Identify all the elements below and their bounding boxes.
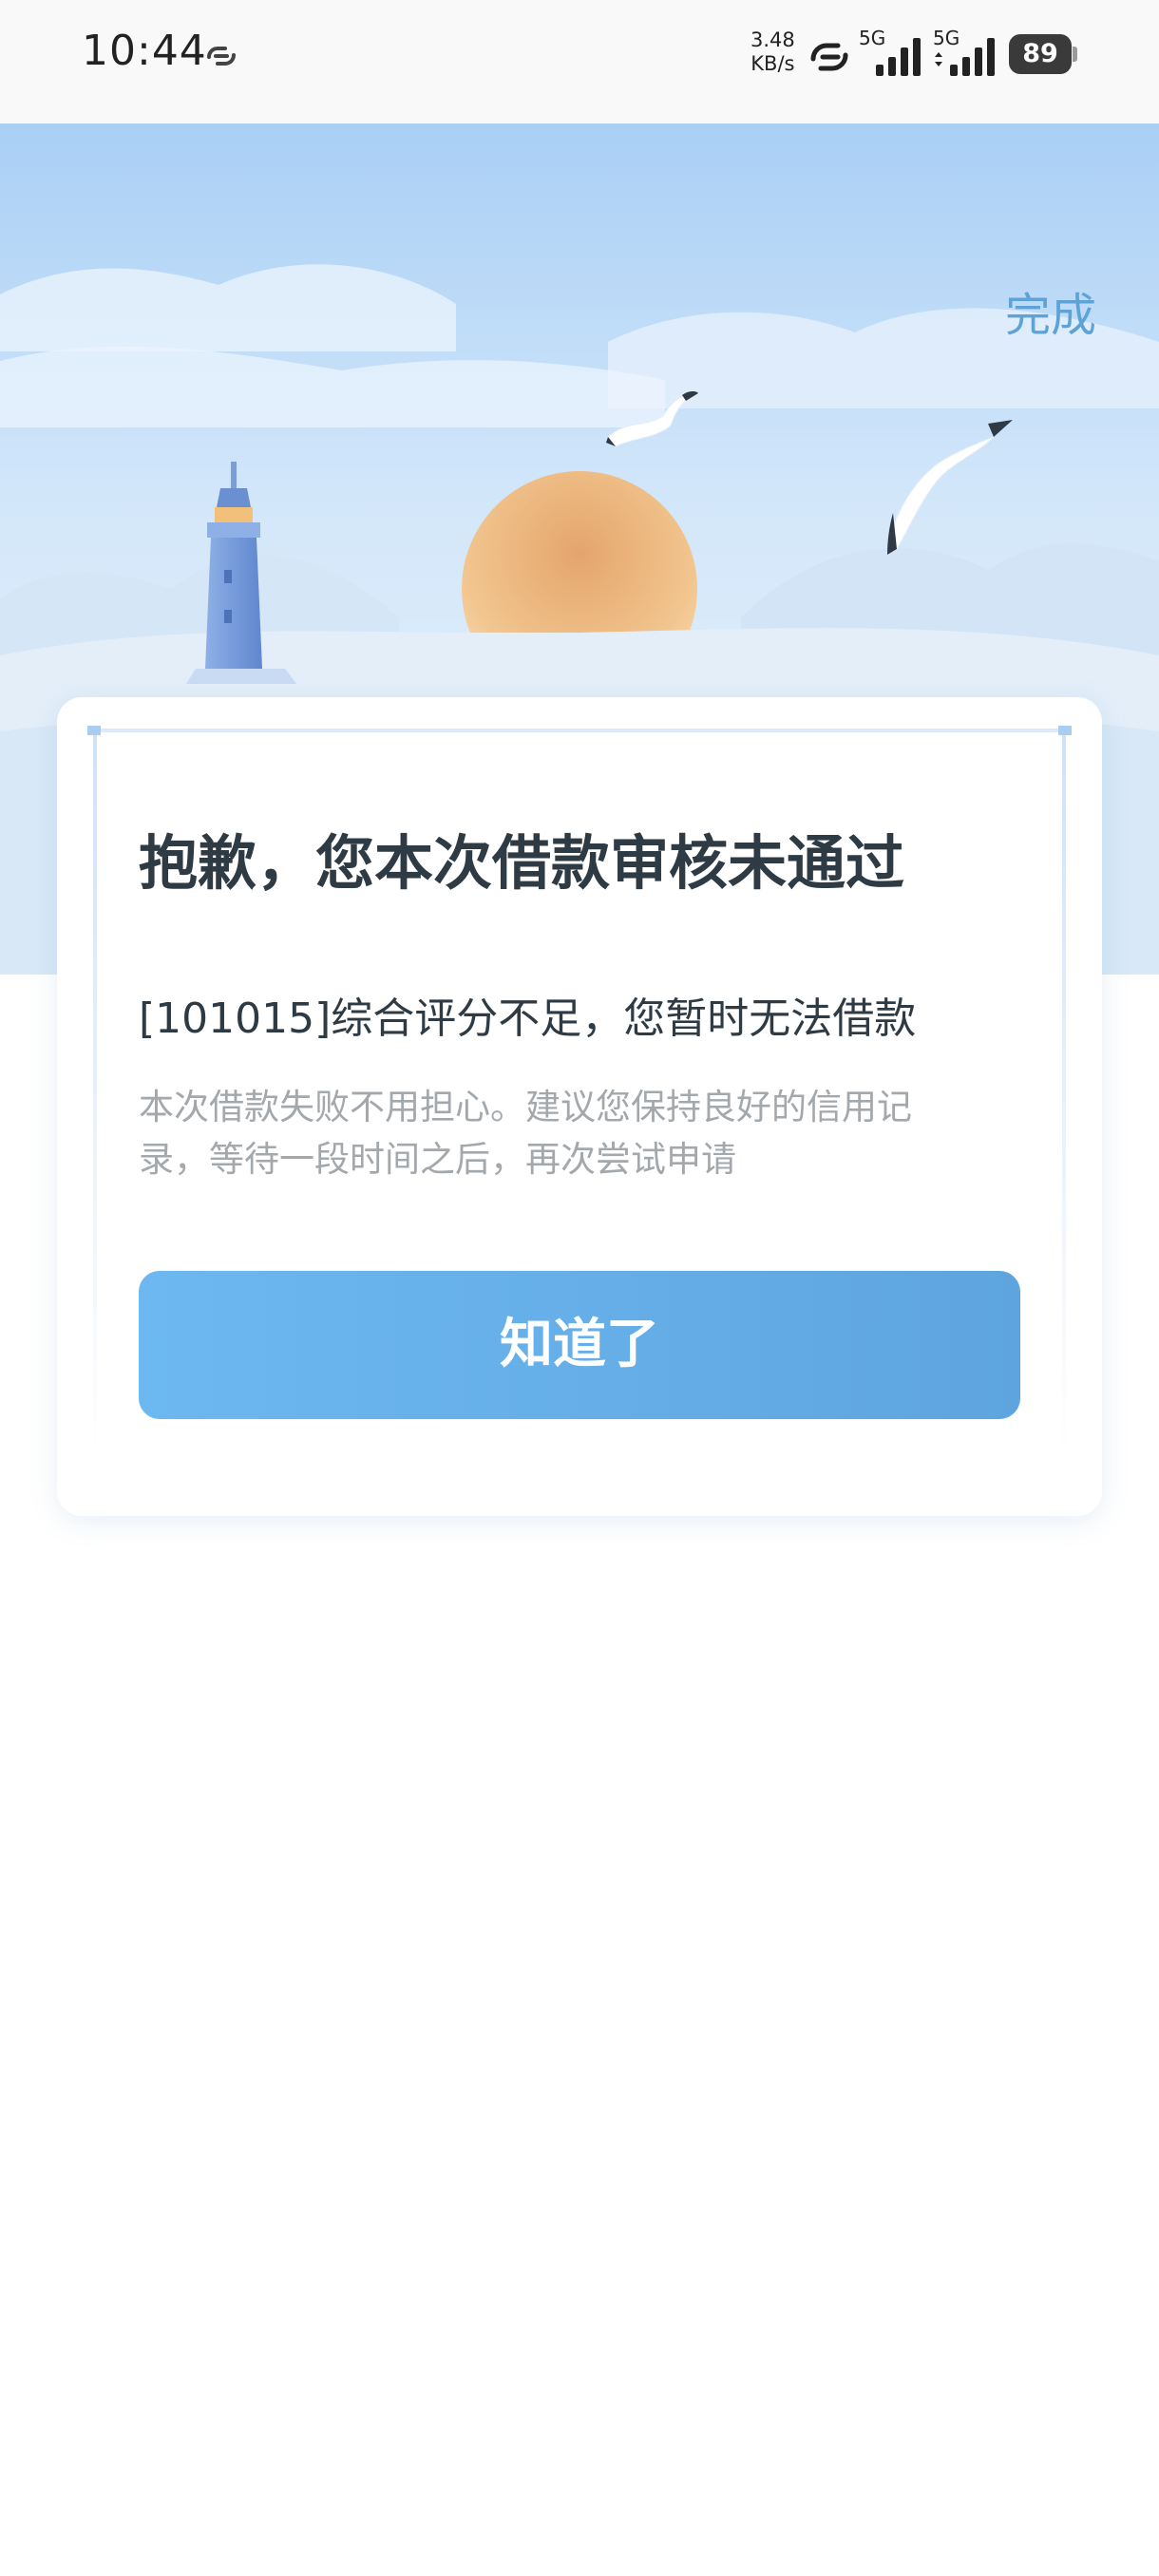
got-it-button[interactable]: 知道了 bbox=[139, 1271, 1020, 1419]
network-speed-value: 3.48 bbox=[750, 28, 795, 51]
status-bar: 10:44 3.48 KB/s 5G 5G 89 bbox=[0, 0, 1159, 123]
link-icon bbox=[207, 47, 236, 66]
result-description-line2: 录，等待一段时间之后，再次尝试申请 bbox=[139, 1139, 736, 1180]
network-speed: 3.48 KB/s bbox=[750, 28, 795, 76]
network-speed-unit: KB/s bbox=[750, 52, 795, 75]
battery-level: 89 bbox=[1022, 39, 1058, 68]
result-description-line1: 本次借款失败不用担心。建议您保持良好的信用记 bbox=[139, 1087, 912, 1127]
signal-icon-sim2: 5G bbox=[931, 27, 999, 76]
done-button[interactable]: 完成 bbox=[1005, 277, 1096, 344]
battery-indicator: 89 bbox=[1009, 34, 1077, 74]
result-title: 抱歉，您本次借款审核未通过 bbox=[139, 828, 905, 898]
result-description: 本次借款失败不用担心。建议您保持良好的信用记 录，等待一段时间之后，再次尝试申请 bbox=[139, 1081, 994, 1185]
status-time: 10:44 bbox=[82, 27, 207, 75]
result-reason: [101015]综合评分不足，您暂时无法借款 bbox=[139, 994, 917, 1043]
signal-icon-sim1: 5G bbox=[857, 27, 925, 76]
hd-call-icon bbox=[810, 43, 848, 71]
